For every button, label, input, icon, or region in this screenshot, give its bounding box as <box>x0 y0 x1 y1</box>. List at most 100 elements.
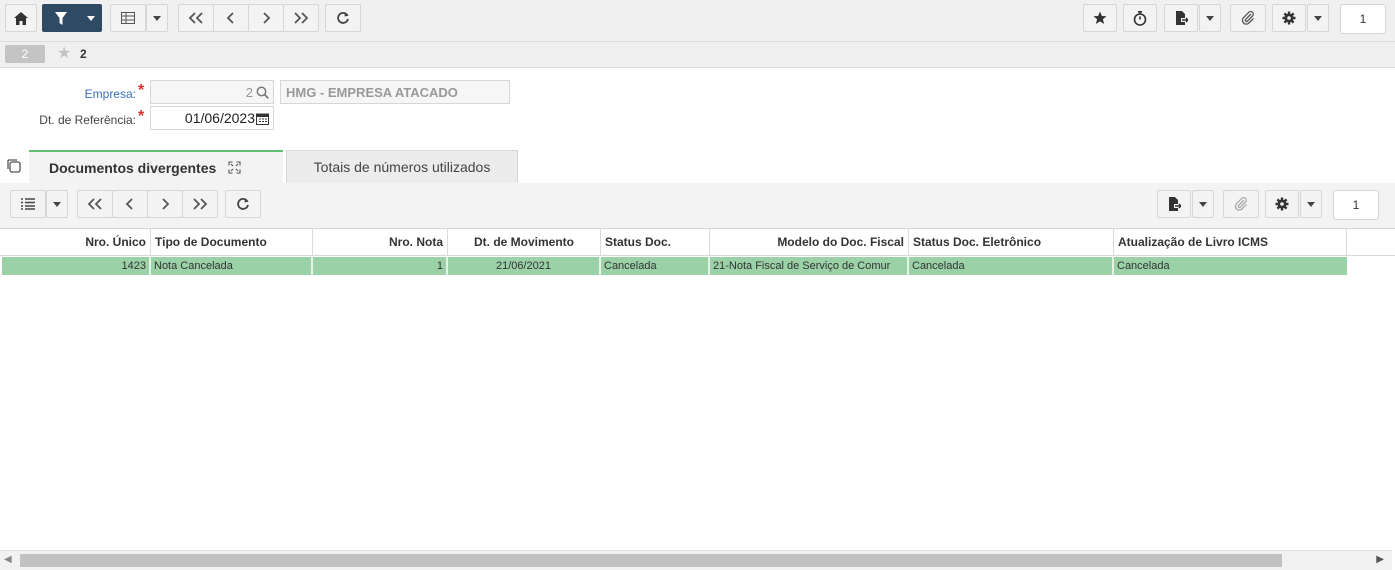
required-marker: * <box>138 82 145 99</box>
caret-down-icon <box>1199 201 1207 207</box>
record-bar: 2 ★ 2 <box>0 42 1395 68</box>
home-button[interactable] <box>5 4 37 32</box>
scrollbar-thumb[interactable] <box>20 554 1282 567</box>
expand-icon[interactable] <box>228 161 241 174</box>
scroll-right-arrow-icon[interactable]: ▶ <box>1376 554 1384 565</box>
grid-refresh-button[interactable] <box>225 190 261 218</box>
column-list-dropdown-button[interactable] <box>46 190 68 218</box>
export-icon <box>1168 197 1181 211</box>
next-page-button[interactable] <box>248 4 284 32</box>
main-toolbar: 1 <box>0 0 1395 42</box>
caret-down-icon <box>1314 15 1322 21</box>
filter-icon <box>55 11 67 25</box>
column-header-nro-nota[interactable]: Nro. Nota <box>313 229 448 255</box>
grid-first-page-button[interactable] <box>77 190 113 218</box>
empresa-code-value: 2 <box>245 84 253 100</box>
last-page-button[interactable] <box>283 4 319 32</box>
attachment-icon <box>1234 197 1247 211</box>
tab-documentos-divergentes[interactable]: Documentos divergentes <box>29 150 283 183</box>
next-page-icon <box>263 12 271 24</box>
grid-attachment-button[interactable] <box>1223 190 1259 218</box>
grid-last-page-button[interactable] <box>182 190 218 218</box>
grid-view-button[interactable] <box>110 4 146 32</box>
previous-page-icon <box>226 12 234 24</box>
gear-icon <box>1282 11 1296 25</box>
grid-page-number-input[interactable]: 1 <box>1333 190 1379 220</box>
caret-down-icon <box>1206 15 1214 21</box>
cell-status-doc: Cancelada <box>601 257 710 275</box>
timer-button[interactable] <box>1123 4 1157 32</box>
empresa-name-field: HMG - EMPRESA ATACADO <box>280 80 510 104</box>
search-icon[interactable] <box>256 86 269 99</box>
horizontal-scrollbar[interactable]: ◀ ▶ <box>0 550 1392 570</box>
timer-icon <box>1133 10 1147 26</box>
settings-dropdown-button[interactable] <box>1307 4 1329 32</box>
caret-down-icon <box>153 15 161 21</box>
dt-referencia-label: Dt. de Referência: <box>39 113 136 127</box>
record-badge[interactable]: 2 <box>5 45 45 63</box>
cell-dt-movimento: 21/06/2021 <box>448 257 601 275</box>
column-header-atualizacao-livro-icms[interactable]: Atualização de Livro ICMS <box>1114 229 1347 255</box>
tab-totais-numeros[interactable]: Totais de números utilizados <box>286 150 518 183</box>
grid-toolbar: 1 <box>0 183 1395 228</box>
first-page-button[interactable] <box>178 4 214 32</box>
star-icon <box>1093 11 1107 24</box>
grid-previous-page-button[interactable] <box>112 190 148 218</box>
caret-down-icon <box>53 201 61 207</box>
view-dropdown-button[interactable] <box>146 4 168 32</box>
empresa-code-field[interactable]: 2 <box>150 80 274 104</box>
data-grid: Nro. Único Tipo de Documento Nro. Nota D… <box>0 228 1395 550</box>
list-icon <box>21 198 35 210</box>
settings-button[interactable] <box>1272 4 1306 32</box>
grid-export-button[interactable] <box>1157 190 1191 218</box>
favorites-count: 2 <box>80 47 87 61</box>
tab-label: Documentos divergentes <box>49 159 217 176</box>
refresh-icon <box>337 12 349 24</box>
export-button[interactable] <box>1164 4 1198 32</box>
cell-status-doc-eletronico: Cancelada <box>909 257 1114 275</box>
cell-nro-nota: 1 <box>313 257 448 275</box>
copy-icon[interactable] <box>6 158 22 174</box>
dt-referencia-value: 01/06/2023 <box>184 110 255 126</box>
cell-tipo-documento: Nota Cancelada <box>151 257 313 275</box>
column-header-status-doc-eletronico[interactable]: Status Doc. Eletrônico <box>909 229 1114 255</box>
table-row[interactable]: 1423 Nota Cancelada 1 21/06/2021 Cancela… <box>2 257 1347 275</box>
column-header-dt-movimento[interactable]: Dt. de Movimento <box>448 229 601 255</box>
grid-next-page-button[interactable] <box>147 190 183 218</box>
dt-referencia-field[interactable]: 01/06/2023 <box>150 106 274 130</box>
empresa-label: Empresa: <box>84 87 136 101</box>
export-dropdown-button[interactable] <box>1199 4 1221 32</box>
grid-settings-button[interactable] <box>1265 190 1299 218</box>
grid-header: Nro. Único Tipo de Documento Nro. Nota D… <box>0 229 1395 256</box>
column-header-tipo-documento[interactable]: Tipo de Documento <box>151 229 313 255</box>
cell-nro-unico: 1423 <box>2 257 151 275</box>
filter-button[interactable] <box>42 4 80 32</box>
grid-export-dropdown-button[interactable] <box>1192 190 1214 218</box>
attachment-button[interactable] <box>1230 4 1266 32</box>
home-icon <box>14 11 28 25</box>
gear-icon <box>1275 197 1289 211</box>
refresh-button[interactable] <box>325 4 361 32</box>
next-page-icon <box>162 198 170 210</box>
column-header-modelo-doc-fiscal[interactable]: Modelo do Doc. Fiscal <box>710 229 909 255</box>
grid-settings-dropdown-button[interactable] <box>1300 190 1322 218</box>
previous-page-icon <box>125 198 133 210</box>
required-marker: * <box>138 108 145 125</box>
page-number-input[interactable]: 1 <box>1340 4 1386 34</box>
scroll-left-arrow-icon[interactable]: ◀ <box>4 554 12 565</box>
star-icon[interactable]: ★ <box>57 45 71 63</box>
table-icon <box>121 12 135 24</box>
last-page-icon <box>294 12 309 24</box>
column-header-status-doc[interactable]: Status Doc. <box>601 229 710 255</box>
last-page-icon <box>193 198 208 210</box>
export-icon <box>1175 11 1188 25</box>
caret-down-icon <box>87 15 95 21</box>
column-list-button[interactable] <box>10 190 46 218</box>
favorite-button[interactable] <box>1083 4 1117 32</box>
caret-down-icon <box>1307 201 1315 207</box>
refresh-icon <box>237 198 249 210</box>
previous-page-button[interactable] <box>213 4 249 32</box>
filter-dropdown-button[interactable] <box>80 4 102 32</box>
column-header-nro-unico[interactable]: Nro. Único <box>2 229 151 255</box>
calendar-icon[interactable] <box>256 112 269 125</box>
